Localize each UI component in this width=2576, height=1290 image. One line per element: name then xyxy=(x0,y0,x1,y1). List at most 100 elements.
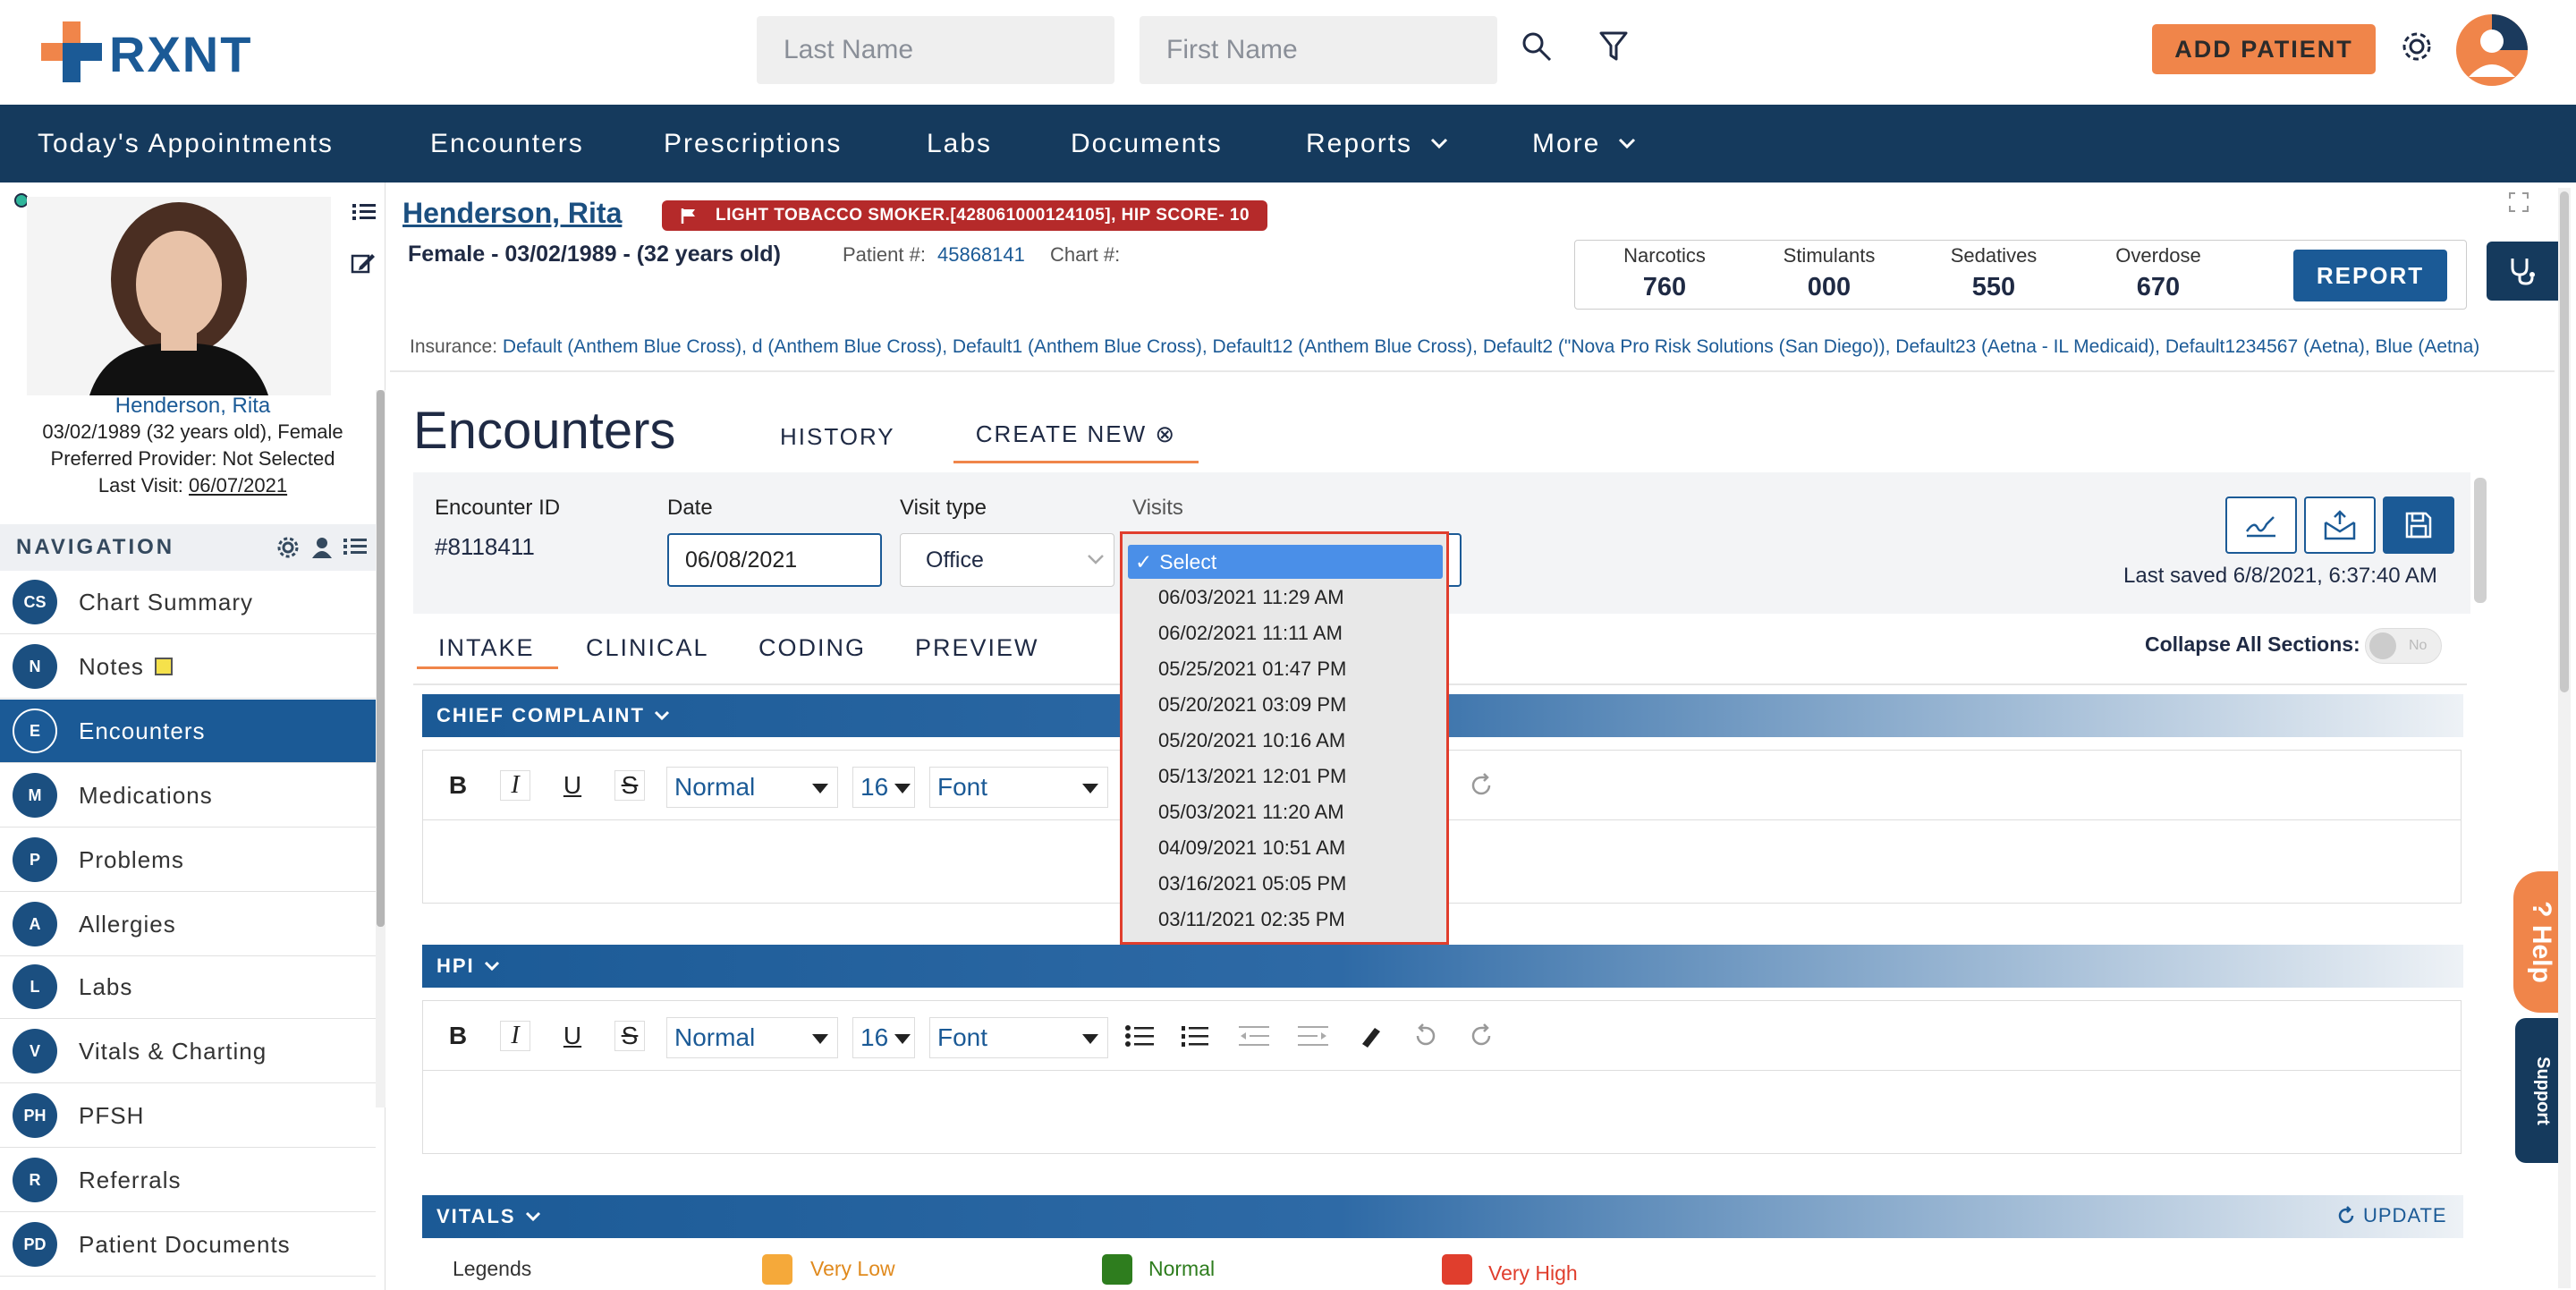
last-name-input[interactable] xyxy=(757,16,1114,84)
redo-icon[interactable] xyxy=(1468,772,1495,799)
first-name-input[interactable] xyxy=(1140,16,1497,84)
pdmp-report-button[interactable]: REPORT xyxy=(2293,250,2447,301)
sidebar-item-labs[interactable]: L Labs xyxy=(0,955,376,1019)
italic-button[interactable]: I xyxy=(500,1021,530,1051)
strikethrough-button[interactable]: S xyxy=(614,1021,645,1051)
underline-button[interactable]: U xyxy=(557,770,588,801)
tab-preview[interactable]: PREVIEW xyxy=(915,634,1039,662)
sidebar-item-notes[interactable]: N Notes xyxy=(0,635,376,699)
tab-clinical[interactable]: CLINICAL xyxy=(586,634,709,662)
refresh-icon xyxy=(2338,1206,2354,1224)
underline-button[interactable]: U xyxy=(557,1021,588,1051)
toggle-knob xyxy=(2369,632,2396,659)
sidebar-scroll-thumb[interactable] xyxy=(377,390,385,927)
nav-more[interactable]: More xyxy=(1532,105,1636,182)
font-size-select[interactable]: 16 xyxy=(852,1017,915,1058)
patient-name-link[interactable]: Henderson, Rita xyxy=(0,394,386,419)
tab-coding[interactable]: CODING xyxy=(758,634,866,662)
nav-labs[interactable]: Labs xyxy=(927,105,992,182)
bullet-list-icon[interactable] xyxy=(1124,1024,1155,1048)
sidebar-item-chart-summary[interactable]: CS Chart Summary xyxy=(0,571,376,634)
font-select[interactable]: Font xyxy=(929,1017,1108,1058)
dropdown-option[interactable]: 04/09/2021 10:51 AM xyxy=(1158,836,1436,860)
dropdown-option[interactable]: 05/03/2021 11:20 AM xyxy=(1158,801,1436,824)
dropdown-option-selected[interactable]: ✓ Select xyxy=(1128,545,1443,579)
last-visit-date[interactable]: 06/07/2021 xyxy=(189,474,287,496)
dropdown-option[interactable]: 05/13/2021 12:01 PM xyxy=(1158,765,1436,788)
highlighter-icon[interactable] xyxy=(1357,1023,1384,1049)
nav-todays-appointments[interactable]: Today's Appointments xyxy=(38,105,334,182)
send-button[interactable] xyxy=(2304,496,2376,554)
visit-type-select[interactable]: Office xyxy=(900,533,1114,587)
visits-dropdown-list[interactable]: ✓ Select 06/03/2021 11:29 AM 06/02/2021 1… xyxy=(1120,531,1449,945)
dropdown-option[interactable]: 03/16/2021 05:05 PM xyxy=(1158,872,1436,895)
add-patient-button[interactable]: ADD PATIENT xyxy=(2152,24,2376,74)
sidebar-item-pfsh[interactable]: PH PFSH xyxy=(0,1084,376,1148)
sign-button[interactable] xyxy=(2225,496,2297,554)
vitals-update-button[interactable]: UPDATE xyxy=(2336,1204,2447,1227)
nav-reports[interactable]: Reports xyxy=(1306,105,1448,182)
user-avatar[interactable] xyxy=(2454,13,2529,88)
nav-more-label: More xyxy=(1532,128,1601,158)
person-icon[interactable] xyxy=(311,537,333,558)
nav-code-badge: V xyxy=(13,1029,57,1074)
bold-button[interactable]: B xyxy=(443,770,473,801)
last-visit: Last Visit: 06/07/2021 xyxy=(0,474,386,497)
editor-toolbar: B I U S Normal 16 Font xyxy=(423,1001,2461,1071)
dropdown-option[interactable]: 05/20/2021 03:09 PM xyxy=(1158,693,1436,717)
list-icon[interactable] xyxy=(352,202,376,222)
dropdown-option[interactable]: 06/02/2021 11:11 AM xyxy=(1158,622,1436,645)
content-scrollbar[interactable] xyxy=(2474,478,2487,603)
tab-history[interactable]: HISTORY xyxy=(780,423,895,451)
signature-icon xyxy=(2245,516,2275,538)
stethoscope-button[interactable] xyxy=(2487,242,2558,301)
undo-icon[interactable] xyxy=(1412,1023,1439,1049)
sidebar-item-referrals[interactable]: R Referrals xyxy=(0,1149,376,1212)
strikethrough-button[interactable]: S xyxy=(614,770,645,801)
bold-button[interactable]: B xyxy=(443,1021,473,1051)
nav-prescriptions[interactable]: Prescriptions xyxy=(664,105,842,182)
save-button[interactable] xyxy=(2383,496,2454,554)
sidebar-item-medications[interactable]: M Medications xyxy=(0,764,376,827)
tab-intake[interactable]: INTAKE xyxy=(438,634,535,662)
dropdown-option[interactable]: 03/11/2021 02:35 PM xyxy=(1158,908,1436,931)
vitals-section-header[interactable]: VITALS xyxy=(422,1195,2463,1238)
indent-icon[interactable] xyxy=(1298,1024,1328,1048)
patient-name-heading[interactable]: Henderson, Rita xyxy=(402,197,622,230)
filter-icon[interactable] xyxy=(1599,30,1628,63)
date-input[interactable] xyxy=(667,533,882,587)
font-value: Font xyxy=(937,1023,988,1051)
outdent-icon[interactable] xyxy=(1239,1024,1269,1048)
sidebar-item-vitals-charting[interactable]: V Vitals & Charting xyxy=(0,1020,376,1083)
dropdown-option[interactable]: 05/25/2021 01:47 PM xyxy=(1158,658,1436,681)
dropdown-option[interactable]: 05/20/2021 10:16 AM xyxy=(1158,729,1436,752)
hpi-section-header[interactable]: HPI xyxy=(422,945,2463,988)
gear-icon[interactable] xyxy=(277,537,299,558)
sidebar-item-encounters[interactable]: E Encounters xyxy=(0,700,376,763)
hpi-editor[interactable]: B I U S Normal 16 Font xyxy=(422,1000,2462,1154)
collapse-toggle[interactable]: No xyxy=(2365,628,2442,664)
format-select[interactable]: Normal xyxy=(666,767,838,808)
format-select[interactable]: Normal xyxy=(666,1017,838,1058)
numbered-list-icon[interactable] xyxy=(1182,1024,1208,1048)
search-icon[interactable] xyxy=(1521,30,1553,63)
dropdown-option[interactable]: 06/03/2021 11:29 AM xyxy=(1158,586,1436,609)
normal-label: Normal xyxy=(1148,1257,1216,1280)
list-icon[interactable] xyxy=(343,537,367,556)
settings-gear-icon[interactable] xyxy=(2399,29,2435,64)
nav-documents[interactable]: Documents xyxy=(1071,105,1223,182)
tab-create-new[interactable]: CREATE NEW ⊗ xyxy=(953,408,1199,463)
font-select[interactable]: Font xyxy=(929,767,1108,808)
sidebar-item-patient-documents[interactable]: PD Patient Documents xyxy=(0,1213,376,1277)
page-scroll-thumb[interactable] xyxy=(2560,191,2569,692)
sidebar-item-allergies[interactable]: A Allergies xyxy=(0,893,376,956)
sidebar-item-label: Allergies xyxy=(79,910,176,938)
flag-text: LIGHT TOBACCO SMOKER.[428061000124105], … xyxy=(716,206,1250,225)
font-size-select[interactable]: 16 xyxy=(852,767,915,808)
edit-icon[interactable] xyxy=(351,250,376,276)
expand-icon[interactable] xyxy=(2508,191,2529,213)
nav-encounters[interactable]: Encounters xyxy=(430,105,584,182)
redo-icon[interactable] xyxy=(1468,1023,1495,1049)
sidebar-item-problems[interactable]: P Problems xyxy=(0,828,376,892)
italic-button[interactable]: I xyxy=(500,770,530,801)
